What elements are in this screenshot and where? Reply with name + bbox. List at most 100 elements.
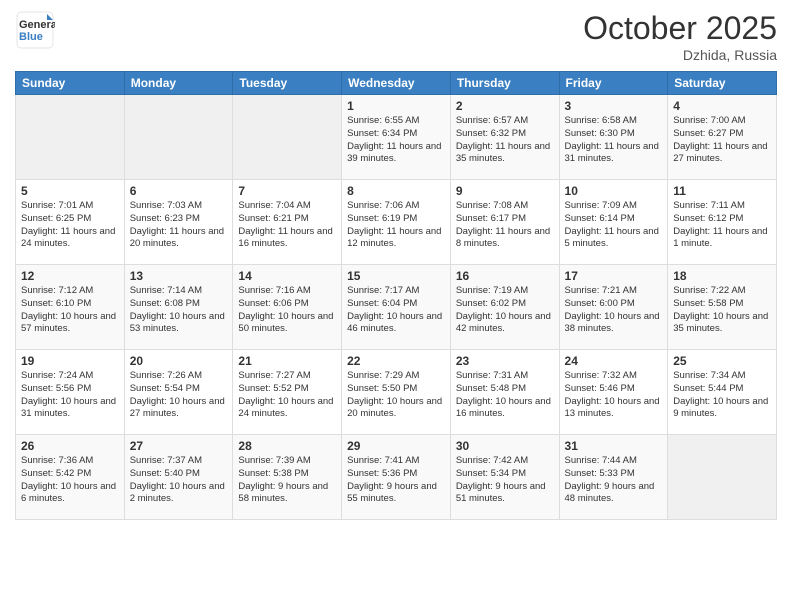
day-number: 4 <box>673 99 771 113</box>
calendar-cell: 2 Sunrise: 6:57 AMSunset: 6:32 PMDaylight… <box>450 95 559 180</box>
weekday-header: Tuesday <box>233 72 342 95</box>
cell-info: Sunrise: 7:41 AMSunset: 5:36 PMDaylight:… <box>347 455 445 506</box>
day-number: 2 <box>456 99 554 113</box>
calendar-cell: 4 Sunrise: 7:00 AMSunset: 6:27 PMDaylight… <box>668 95 777 180</box>
day-number: 11 <box>673 184 771 198</box>
cell-info: Sunrise: 7:01 AMSunset: 6:25 PMDaylight:… <box>21 200 119 251</box>
day-number: 28 <box>238 439 336 453</box>
weekday-header: Thursday <box>450 72 559 95</box>
day-number: 7 <box>238 184 336 198</box>
calendar-cell: 24Sunrise: 7:32 AMSunset: 5:46 PMDayligh… <box>559 350 668 435</box>
day-number: 9 <box>456 184 554 198</box>
calendar-cell: 29 Sunrise: 7:41 AMSunset: 5:36 PMDayligh… <box>342 435 451 520</box>
calendar-cell: 7 Sunrise: 7:04 AMSunset: 6:21 PMDaylight… <box>233 180 342 265</box>
calendar-cell: 31 Sunrise: 7:44 AMSunset: 5:33 PMDayligh… <box>559 435 668 520</box>
cell-info: Sunrise: 7:04 AMSunset: 6:21 PMDaylight:… <box>238 200 336 251</box>
cell-info: Sunrise: 7:19 AMSunset: 6:02 PMDaylight:… <box>456 285 554 336</box>
day-number: 6 <box>130 184 228 198</box>
calendar-cell: 25Sunrise: 7:34 AMSunset: 5:44 PMDayligh… <box>668 350 777 435</box>
calendar-cell: 20 Sunrise: 7:26 AMSunset: 5:54 PMDayligh… <box>124 350 233 435</box>
cell-info: Sunrise: 7:06 AMSunset: 6:19 PMDaylight:… <box>347 200 445 251</box>
calendar-cell <box>124 95 233 180</box>
header: General Blue October 2025 Dzhida, Russia <box>15 10 777 63</box>
cell-info: Sunrise: 7:29 AMSunset: 5:50 PMDaylight:… <box>347 370 445 421</box>
calendar-week-row: 19 Sunrise: 7:24 AMSunset: 5:56 PMDayligh… <box>16 350 777 435</box>
day-number: 20 <box>130 354 228 368</box>
calendar-cell <box>233 95 342 180</box>
day-number: 29 <box>347 439 445 453</box>
day-number: 30 <box>456 439 554 453</box>
cell-info: Sunrise: 7:44 AMSunset: 5:33 PMDaylight:… <box>565 455 663 506</box>
calendar-cell: 10 Sunrise: 7:09 AMSunset: 6:14 PMDayligh… <box>559 180 668 265</box>
svg-text:General: General <box>19 19 55 31</box>
cell-info: Sunrise: 7:17 AMSunset: 6:04 PMDaylight:… <box>347 285 445 336</box>
cell-info: Sunrise: 7:08 AMSunset: 6:17 PMDaylight:… <box>456 200 554 251</box>
day-number: 3 <box>565 99 663 113</box>
calendar-cell: 15 Sunrise: 7:17 AMSunset: 6:04 PMDayligh… <box>342 265 451 350</box>
cell-info: Sunrise: 7:39 AMSunset: 5:38 PMDaylight:… <box>238 455 336 506</box>
cell-info: Sunrise: 7:24 AMSunset: 5:56 PMDaylight:… <box>21 370 119 421</box>
cell-info: Sunrise: 6:58 AMSunset: 6:30 PMDaylight:… <box>565 115 663 166</box>
cell-info: Sunrise: 7:11 AMSunset: 6:12 PMDaylight:… <box>673 200 771 251</box>
calendar-cell: 23 Sunrise: 7:31 AMSunset: 5:48 PMDayligh… <box>450 350 559 435</box>
calendar-cell: 11 Sunrise: 7:11 AMSunset: 6:12 PMDayligh… <box>668 180 777 265</box>
cell-info: Sunrise: 7:26 AMSunset: 5:54 PMDaylight:… <box>130 370 228 421</box>
day-number: 10 <box>565 184 663 198</box>
calendar-cell: 5 Sunrise: 7:01 AMSunset: 6:25 PMDaylight… <box>16 180 125 265</box>
cell-info: Sunrise: 7:21 AMSunset: 6:00 PMDaylight:… <box>565 285 663 336</box>
calendar-cell: 1 Sunrise: 6:55 AMSunset: 6:34 PMDaylight… <box>342 95 451 180</box>
cell-info: Sunrise: 7:09 AMSunset: 6:14 PMDaylight:… <box>565 200 663 251</box>
svg-text:Blue: Blue <box>19 31 43 43</box>
calendar-week-row: 12 Sunrise: 7:12 AMSunset: 6:10 PMDayligh… <box>16 265 777 350</box>
calendar-cell <box>668 435 777 520</box>
calendar-cell: 8 Sunrise: 7:06 AMSunset: 6:19 PMDaylight… <box>342 180 451 265</box>
location: Dzhida, Russia <box>583 47 777 63</box>
logo: General Blue <box>15 10 55 50</box>
calendar-week-row: 1 Sunrise: 6:55 AMSunset: 6:34 PMDaylight… <box>16 95 777 180</box>
calendar-week-row: 26Sunrise: 7:36 AMSunset: 5:42 PMDayligh… <box>16 435 777 520</box>
day-number: 23 <box>456 354 554 368</box>
day-number: 24 <box>565 354 663 368</box>
cell-info: Sunrise: 7:12 AMSunset: 6:10 PMDaylight:… <box>21 285 119 336</box>
day-number: 22 <box>347 354 445 368</box>
cell-info: Sunrise: 7:00 AMSunset: 6:27 PMDaylight:… <box>673 115 771 166</box>
day-number: 1 <box>347 99 445 113</box>
calendar-cell: 14 Sunrise: 7:16 AMSunset: 6:06 PMDayligh… <box>233 265 342 350</box>
cell-info: Sunrise: 7:42 AMSunset: 5:34 PMDaylight:… <box>456 455 554 506</box>
calendar-cell <box>16 95 125 180</box>
weekday-header: Monday <box>124 72 233 95</box>
calendar-cell: 16Sunrise: 7:19 AMSunset: 6:02 PMDayligh… <box>450 265 559 350</box>
cell-info: Sunrise: 7:27 AMSunset: 5:52 PMDaylight:… <box>238 370 336 421</box>
day-number: 18 <box>673 269 771 283</box>
calendar-table: SundayMondayTuesdayWednesdayThursdayFrid… <box>15 71 777 520</box>
cell-info: Sunrise: 7:22 AMSunset: 5:58 PMDaylight:… <box>673 285 771 336</box>
cell-info: Sunrise: 7:31 AMSunset: 5:48 PMDaylight:… <box>456 370 554 421</box>
day-number: 13 <box>130 269 228 283</box>
calendar-week-row: 5 Sunrise: 7:01 AMSunset: 6:25 PMDaylight… <box>16 180 777 265</box>
calendar-cell: 28 Sunrise: 7:39 AMSunset: 5:38 PMDayligh… <box>233 435 342 520</box>
day-number: 15 <box>347 269 445 283</box>
cell-info: Sunrise: 7:16 AMSunset: 6:06 PMDaylight:… <box>238 285 336 336</box>
day-number: 17 <box>565 269 663 283</box>
day-number: 31 <box>565 439 663 453</box>
cell-info: Sunrise: 6:57 AMSunset: 6:32 PMDaylight:… <box>456 115 554 166</box>
calendar-cell: 13 Sunrise: 7:14 AMSunset: 6:08 PMDayligh… <box>124 265 233 350</box>
day-number: 8 <box>347 184 445 198</box>
cell-info: Sunrise: 7:34 AMSunset: 5:44 PMDaylight:… <box>673 370 771 421</box>
calendar-container: General Blue October 2025 Dzhida, Russia… <box>0 0 792 612</box>
cell-info: Sunrise: 7:03 AMSunset: 6:23 PMDaylight:… <box>130 200 228 251</box>
calendar-cell: 19 Sunrise: 7:24 AMSunset: 5:56 PMDayligh… <box>16 350 125 435</box>
cell-info: Sunrise: 7:36 AMSunset: 5:42 PMDaylight:… <box>21 455 119 506</box>
cell-info: Sunrise: 6:55 AMSunset: 6:34 PMDaylight:… <box>347 115 445 166</box>
day-number: 19 <box>21 354 119 368</box>
day-number: 14 <box>238 269 336 283</box>
day-number: 27 <box>130 439 228 453</box>
cell-info: Sunrise: 7:14 AMSunset: 6:08 PMDaylight:… <box>130 285 228 336</box>
calendar-cell: 26Sunrise: 7:36 AMSunset: 5:42 PMDayligh… <box>16 435 125 520</box>
logo-icon: General Blue <box>15 10 55 50</box>
day-number: 12 <box>21 269 119 283</box>
weekday-header-row: SundayMondayTuesdayWednesdayThursdayFrid… <box>16 72 777 95</box>
calendar-cell: 12 Sunrise: 7:12 AMSunset: 6:10 PMDayligh… <box>16 265 125 350</box>
day-number: 5 <box>21 184 119 198</box>
calendar-cell: 22 Sunrise: 7:29 AMSunset: 5:50 PMDayligh… <box>342 350 451 435</box>
